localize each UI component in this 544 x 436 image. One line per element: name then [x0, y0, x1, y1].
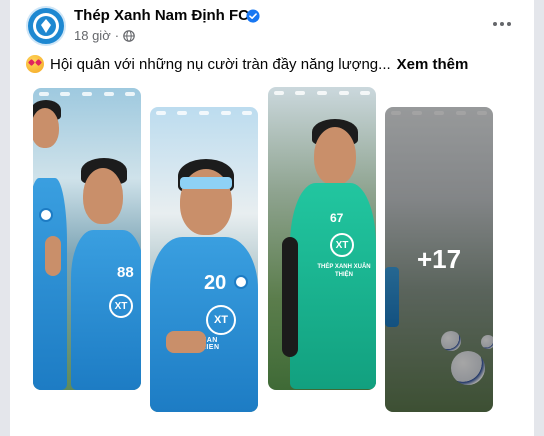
- club-crest-icon: [33, 13, 59, 39]
- page-avatar[interactable]: [26, 6, 66, 46]
- player-hand: [166, 331, 206, 353]
- post-card: Thép Xanh Nam Định FC 18 giờ · Hội quân …: [10, 0, 534, 436]
- goalkeeper-sleeve: [282, 237, 298, 357]
- post-caption: Hội quân với những nụ cười tràn đầy năng…: [26, 55, 468, 73]
- more-photos-overlay[interactable]: +17: [385, 107, 493, 412]
- more-options-icon: [493, 22, 511, 26]
- sponsor-logo-icon: XT: [109, 294, 133, 318]
- post-meta: 18 giờ ·: [74, 28, 135, 43]
- jersey-number: 88: [117, 264, 134, 281]
- club-badge-icon: [39, 208, 53, 222]
- jersey-number: 20: [204, 272, 227, 294]
- more-options-button[interactable]: [490, 12, 514, 36]
- sponsor-strip: [33, 92, 141, 96]
- globe-icon[interactable]: [123, 29, 135, 42]
- sponsor-logo-icon: XT: [330, 233, 354, 257]
- meta-separator: ·: [114, 28, 120, 43]
- verified-badge-icon: [246, 9, 260, 23]
- club-badge-icon: [234, 275, 248, 289]
- sponsor-text: THÉP XANH XUÂN THIỆN: [317, 264, 371, 278]
- headband: [180, 177, 232, 189]
- page-name-link[interactable]: Thép Xanh Nam Định FC: [74, 7, 249, 24]
- sponsor-strip: [150, 111, 258, 115]
- gallery-photo-2[interactable]: 20 XT XUAN THIEN: [150, 107, 258, 412]
- gallery-photo-4[interactable]: +17: [385, 107, 493, 412]
- jersey-number: 67: [330, 211, 344, 225]
- star-struck-emoji-icon: [26, 55, 44, 73]
- post-timestamp[interactable]: 18 giờ: [74, 28, 111, 43]
- see-more-link[interactable]: Xem thêm: [397, 56, 469, 73]
- more-photos-count: +17: [416, 244, 462, 274]
- sponsor-logo-icon: XT: [206, 305, 236, 335]
- sponsor-strip: [268, 91, 376, 95]
- caption-text: Hội quân với những nụ cười tràn đầy năng…: [50, 55, 391, 73]
- gallery-photo-1[interactable]: 88 XT: [33, 88, 141, 390]
- gallery-photo-3[interactable]: 67 XT THÉP XANH XUÂN THIỆN: [268, 87, 376, 390]
- thumbs-up-hand: [45, 236, 61, 276]
